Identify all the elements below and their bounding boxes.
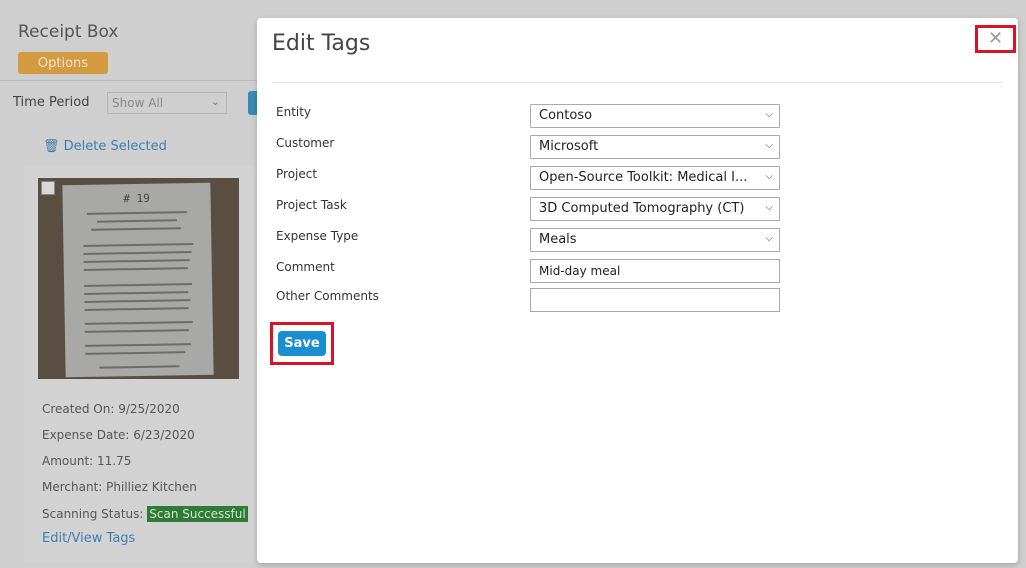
app-title: Receipt Box [18, 22, 119, 42]
expense-type-value: Meals [539, 232, 577, 247]
modal-divider [272, 82, 1003, 83]
scanning-status-label: Scanning Status: [42, 507, 144, 521]
project-task-label: Project Task [276, 198, 347, 212]
chevron-down-icon: ⌵ [765, 109, 773, 120]
receipt-select-checkbox[interactable] [41, 181, 55, 195]
chevron-down-icon: ⌵ [765, 233, 773, 244]
entity-value: Contoso [539, 108, 593, 123]
expense-type-select[interactable]: Meals ⌵ [530, 228, 780, 252]
close-icon: ✕ [988, 28, 1004, 49]
other-comments-field[interactable] [530, 288, 780, 312]
expense-date-text: Expense Date: 6/23/2020 [42, 428, 195, 442]
scanning-status: Scanning Status: Scan Successful [42, 506, 248, 522]
chevron-down-icon: ⌄ [210, 95, 220, 108]
merchant-text: Merchant: Philliez Kitchen [42, 480, 197, 494]
edit-tags-modal: Edit Tags ✕ Entity Contoso ⌵ Customer Mi… [257, 18, 1018, 563]
save-highlight: Save [270, 322, 334, 365]
edit-view-tags-link[interactable]: Edit/View Tags [42, 531, 135, 546]
expense-type-label: Expense Type [276, 229, 359, 243]
amount-text: Amount: 11.75 [42, 454, 132, 468]
receipt-thumbnail[interactable]: # 19 [38, 178, 239, 379]
project-select[interactable]: Open-Source Toolkit: Medical I... ⌵ [530, 166, 780, 190]
close-button[interactable]: ✕ [975, 25, 1016, 53]
receipt-paper: # 19 [62, 182, 214, 378]
chevron-down-icon: ⌵ [765, 171, 773, 182]
modal-title: Edit Tags [272, 31, 371, 56]
created-on-text: Created On: 9/25/2020 [42, 402, 180, 416]
save-button[interactable]: Save [278, 331, 326, 356]
status-badge: Scan Successful [147, 506, 248, 522]
comment-field[interactable]: Mid-day meal [530, 259, 780, 283]
project-label: Project [276, 167, 318, 181]
project-task-value: 3D Computed Tomography (CT) [539, 201, 745, 216]
time-period-label: Time Period [13, 95, 90, 110]
receipt-number: # 19 [123, 191, 150, 206]
entity-select[interactable]: Contoso ⌵ [530, 104, 780, 128]
chevron-down-icon: ⌵ [765, 202, 773, 213]
project-task-select[interactable]: 3D Computed Tomography (CT) ⌵ [530, 197, 780, 221]
entity-label: Entity [276, 105, 312, 119]
other-comments-label: Other Comments [276, 289, 379, 303]
chevron-down-icon: ⌵ [765, 140, 773, 151]
project-value: Open-Source Toolkit: Medical I... [539, 170, 748, 185]
header-divider [0, 80, 260, 81]
delete-selected-link[interactable]: 🗑 Delete Selected [43, 139, 167, 154]
time-period-select[interactable]: Show All ⌄ [107, 92, 227, 114]
customer-value: Microsoft [539, 139, 599, 154]
delete-selected-label: Delete Selected [63, 139, 167, 154]
customer-select[interactable]: Microsoft ⌵ [530, 135, 780, 159]
customer-label: Customer [276, 136, 335, 150]
options-button[interactable]: Options [18, 52, 108, 74]
time-period-value: Show All [112, 96, 164, 110]
trash-icon: 🗑 [43, 139, 60, 154]
comment-label: Comment [276, 260, 335, 274]
